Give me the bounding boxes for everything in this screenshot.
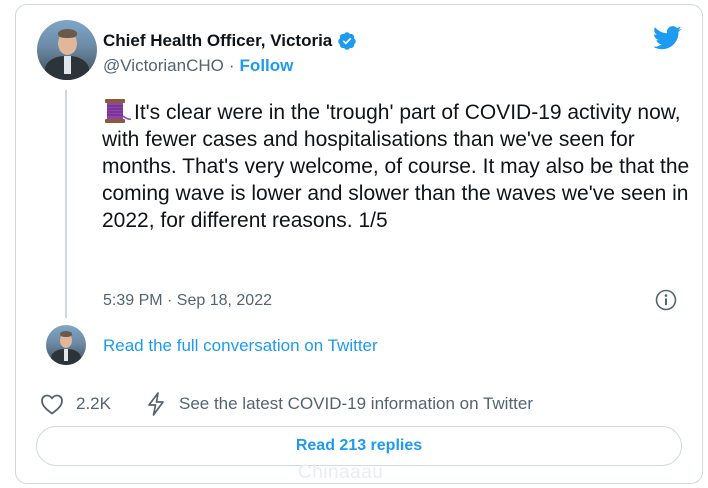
author-avatar[interactable] <box>37 20 97 80</box>
spool-of-thread-icon <box>105 99 132 123</box>
read-replies-button[interactable]: Read 213 replies <box>36 426 682 466</box>
twitter-bird-icon[interactable] <box>653 26 682 50</box>
read-replies-label: Read 213 replies <box>295 437 423 454</box>
follow-button[interactable]: Follow <box>240 56 294 76</box>
tweet-text: It's clear were in the 'trough' part of … <box>102 101 696 232</box>
thread-connector-line <box>65 90 67 318</box>
tweet-embed-card: Chief Health Officer, Victoria @Victoria… <box>15 4 703 484</box>
tweet-body: It's clear were in the 'trough' part of … <box>102 98 692 234</box>
author-name[interactable]: Chief Health Officer, Victoria <box>103 31 332 51</box>
info-icon[interactable] <box>655 289 677 311</box>
verified-badge-icon <box>338 32 357 50</box>
author-handle-row: @VictorianCHO · Follow <box>103 56 293 76</box>
heart-icon[interactable] <box>40 393 64 415</box>
covid-info-link[interactable]: See the latest COVID-19 information on T… <box>179 394 533 414</box>
author-handle[interactable]: @VictorianCHO <box>103 56 224 76</box>
lightning-bolt-icon[interactable] <box>145 392 167 416</box>
tweet-timestamp[interactable]: 5:39 PM · Sep 18, 2022 <box>103 292 272 310</box>
read-full-conversation-link[interactable]: Read the full conversation on Twitter <box>103 336 378 356</box>
tweet-actions: 2.2K See the latest COVID-19 information… <box>40 392 533 416</box>
author-name-row: Chief Health Officer, Victoria <box>103 31 357 51</box>
like-count[interactable]: 2.2K <box>76 394 111 414</box>
handle-separator: · <box>228 56 235 75</box>
conversation-avatar[interactable] <box>46 325 86 365</box>
